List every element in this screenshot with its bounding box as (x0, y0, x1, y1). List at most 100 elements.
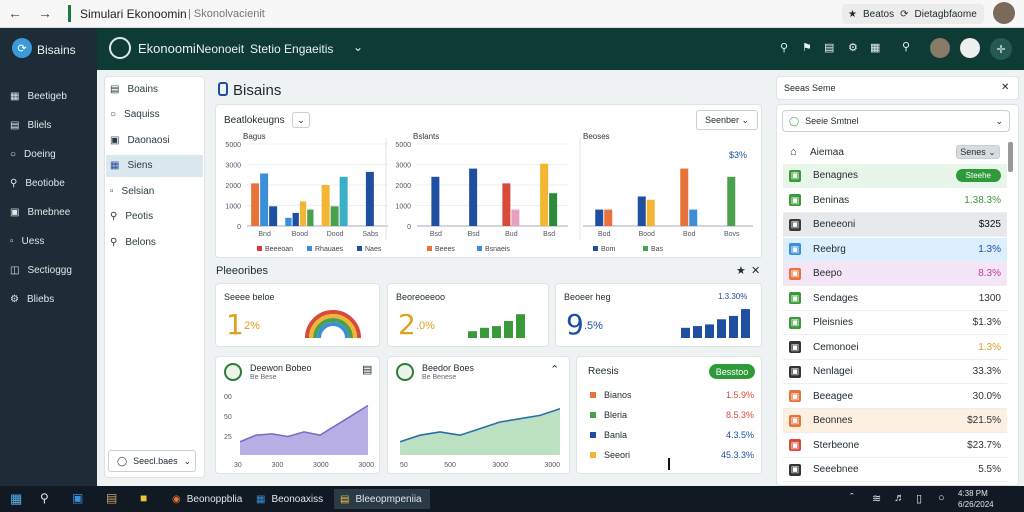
leftnav-item[interactable]: ▤ Bliels (10, 115, 94, 135)
wifi-icon[interactable]: ≋ (872, 492, 881, 505)
rightpanel-row[interactable]: ▣ Sterbeone $23.7% (783, 433, 1007, 458)
rightpanel-row[interactable]: ▣ Benagnes Steehe (783, 164, 1007, 188)
sidebar-footer-select[interactable]: ◯ Seecl.baes ⌄ (108, 450, 196, 472)
gear-icon[interactable]: ⚙ (848, 41, 858, 54)
user-avatar[interactable] (993, 2, 1015, 24)
rightpanel-row[interactable]: ▣ Reebrg 1.3% (783, 237, 1007, 262)
explorer-icon[interactable]: ▣ (72, 491, 83, 505)
leftnav-item[interactable]: ◫ Sectioggg (10, 260, 94, 280)
leftnav-item[interactable]: ▫ Uess (10, 231, 94, 251)
search-icon[interactable]: ⚲ (40, 491, 49, 505)
sidebar-item[interactable]: ▫ Selsian (106, 180, 203, 202)
rightpanel-row[interactable]: ▣ Seeebnee 5.5% (783, 458, 1007, 482)
refresh-icon[interactable]: ⟳ (900, 9, 908, 20)
close-icon[interactable]: ✕ (1001, 82, 1009, 93)
star-icon[interactable]: ★ (736, 264, 746, 277)
trend-card[interactable]: Beedor Boes Be Benese ⌃ 50 500 3000 3000 (387, 356, 570, 474)
bar-chart: Bslants5000 3000 2000 1000 0 Bsd Bsd Bud Bsd Beee… (395, 132, 568, 253)
kpi-card[interactable]: Beoreoeeoo 2.0% (387, 283, 549, 347)
results-row[interactable]: Bleria 8.5.3% (590, 408, 754, 422)
volume-icon[interactable]: ♬ (894, 492, 905, 504)
sidebar-item[interactable]: ○ Saquiss (106, 104, 203, 126)
sidebar-item[interactable]: ⚲ Belons (106, 231, 203, 253)
taskbar-app[interactable]: ◉ Beonoppblia (166, 489, 248, 509)
sidebar-item[interactable]: ⚲ Peotis (106, 206, 203, 228)
pill-left[interactable]: Beatos (863, 9, 894, 20)
chart-selector-dropdown[interactable]: ⌄ (292, 112, 310, 128)
rightpanel-row[interactable]: ▣ Nenlagei 33.3% (783, 360, 1007, 384)
kpi-card[interactable]: Beoeer heg 9.5% 1.3.30% (555, 283, 762, 347)
search-icon[interactable]: ⚲ (902, 40, 910, 53)
legend-label: Beees (435, 246, 455, 253)
y-tick: 1000 (225, 204, 241, 211)
notify-icon[interactable]: ○ (938, 492, 945, 504)
chevron-up-icon[interactable]: ˆ (850, 492, 854, 504)
menu-stetio[interactable]: Stetio Engaeitis (250, 42, 333, 56)
apps-icon[interactable]: ✛ (990, 38, 1012, 60)
forward-icon[interactable]: → (38, 5, 52, 21)
rightpanel-row[interactable]: ▣ Beeagee 30.0% (783, 384, 1007, 409)
pin-icon[interactable]: ⚲ (780, 41, 788, 54)
chevron-down-icon[interactable]: ⌄ (353, 40, 363, 54)
rightpanel-row[interactable]: ▣ Beonnes $21.5% (783, 409, 1007, 433)
rightpanel-row[interactable]: ▣ Sendages 1300 (783, 286, 1007, 311)
pill-right[interactable]: Dietagbfaome (915, 9, 977, 20)
building-icon[interactable]: ▤ (824, 41, 834, 54)
scrollbar[interactable] (1008, 142, 1013, 172)
row-icon: ▣ (789, 169, 801, 182)
results-row[interactable]: Seeori 45.3.3% (590, 448, 754, 462)
team-avatar[interactable] (960, 38, 980, 58)
store-icon[interactable]: ▤ (106, 491, 117, 505)
row-value: 1.38.3% (964, 194, 1001, 206)
leftnav-item[interactable]: ⚲ Beotiobe (10, 173, 94, 193)
row-value: $23.7% (967, 439, 1001, 451)
sidebar-icon: ▣ (110, 134, 120, 146)
expand-icon[interactable]: ⌃ (550, 363, 559, 376)
app-header: ⟳ Bisains Ekonoomi Neonoeit Stetio Engae… (0, 28, 1024, 70)
bar (549, 193, 558, 226)
x-tick: Bsd (543, 231, 555, 238)
sidebar-item[interactable]: ▣ Daonaosi (106, 129, 203, 151)
windows-start-icon[interactable]: ▦ (10, 491, 22, 507)
bar (251, 183, 260, 226)
site-logo-icon (68, 5, 71, 22)
trend-card[interactable]: Deewon Bobeo Be Bese ▤ 00 50 25 30 300 3000 3000 (215, 356, 380, 474)
rightpanel-row[interactable]: ▣ Cemonoei 1.3% (783, 335, 1007, 360)
rightpanel-row[interactable]: ▣ Pleisnies $1.3% (783, 311, 1007, 335)
menu-neonoeit[interactable]: Neonoeit (196, 42, 244, 56)
kpi-card[interactable]: Seeee beloe 1 2% (215, 283, 380, 347)
heading-icon (218, 82, 228, 96)
section-dropdown[interactable]: Senes ⌄ (956, 145, 1000, 159)
results-row[interactable]: Banla 4.3.5% (590, 428, 754, 442)
sidebar-item[interactable]: ▤ Boains (106, 78, 203, 100)
leftnav-item[interactable]: ⚙ Bliebs (10, 289, 94, 309)
back-icon[interactable]: ← (8, 5, 22, 21)
rightpanel-row[interactable]: ▣ Beneeoni $325 (783, 213, 1007, 237)
results-button[interactable]: Besstoo (709, 364, 755, 379)
rightpanel-row[interactable]: ▣ Beninas 1.38.3% (783, 188, 1007, 213)
taskbar-app[interactable]: ▤ Bleeopmpeniia (334, 489, 430, 509)
folder-icon[interactable]: ■ (140, 491, 147, 505)
flag-icon[interactable]: ⚑ (802, 41, 812, 54)
grid-icon[interactable]: ▦ (870, 41, 880, 54)
expand-icon[interactable]: ▤ (362, 363, 372, 376)
trend-subtitle: Be Benese (422, 374, 457, 381)
chart-period-dropdown[interactable]: Seenber ⌄ (696, 110, 758, 130)
sidebar-item[interactable]: ▦ Siens (106, 154, 203, 177)
rightpanel-search[interactable]: ◯ Seeie Smtnel ⌄ (782, 110, 1010, 132)
profile-avatar[interactable] (930, 38, 950, 58)
leftnav-item[interactable]: ▦ Beetigeb (10, 86, 94, 106)
x-tick: Bod (598, 231, 611, 238)
rightpanel-row[interactable]: ▣ Beepo 8.3% (783, 262, 1007, 286)
row-value: 8.3% (978, 268, 1001, 279)
taskbar-app[interactable]: ▦ Beonoaxiss (250, 489, 332, 509)
chart-title: Bslants (413, 132, 439, 141)
leftnav-item[interactable]: ○ Doeing (10, 144, 94, 164)
area-fill (240, 405, 368, 455)
close-icon[interactable]: ✕ (751, 264, 760, 277)
leftnav-item[interactable]: ▣ Bmebnee (10, 202, 94, 222)
battery-icon[interactable]: ▯ (916, 492, 922, 505)
star-icon[interactable]: ★ (848, 9, 857, 20)
results-row[interactable]: Bianos 1.5.9% (590, 388, 754, 402)
x-tick: Sabs (362, 231, 378, 238)
